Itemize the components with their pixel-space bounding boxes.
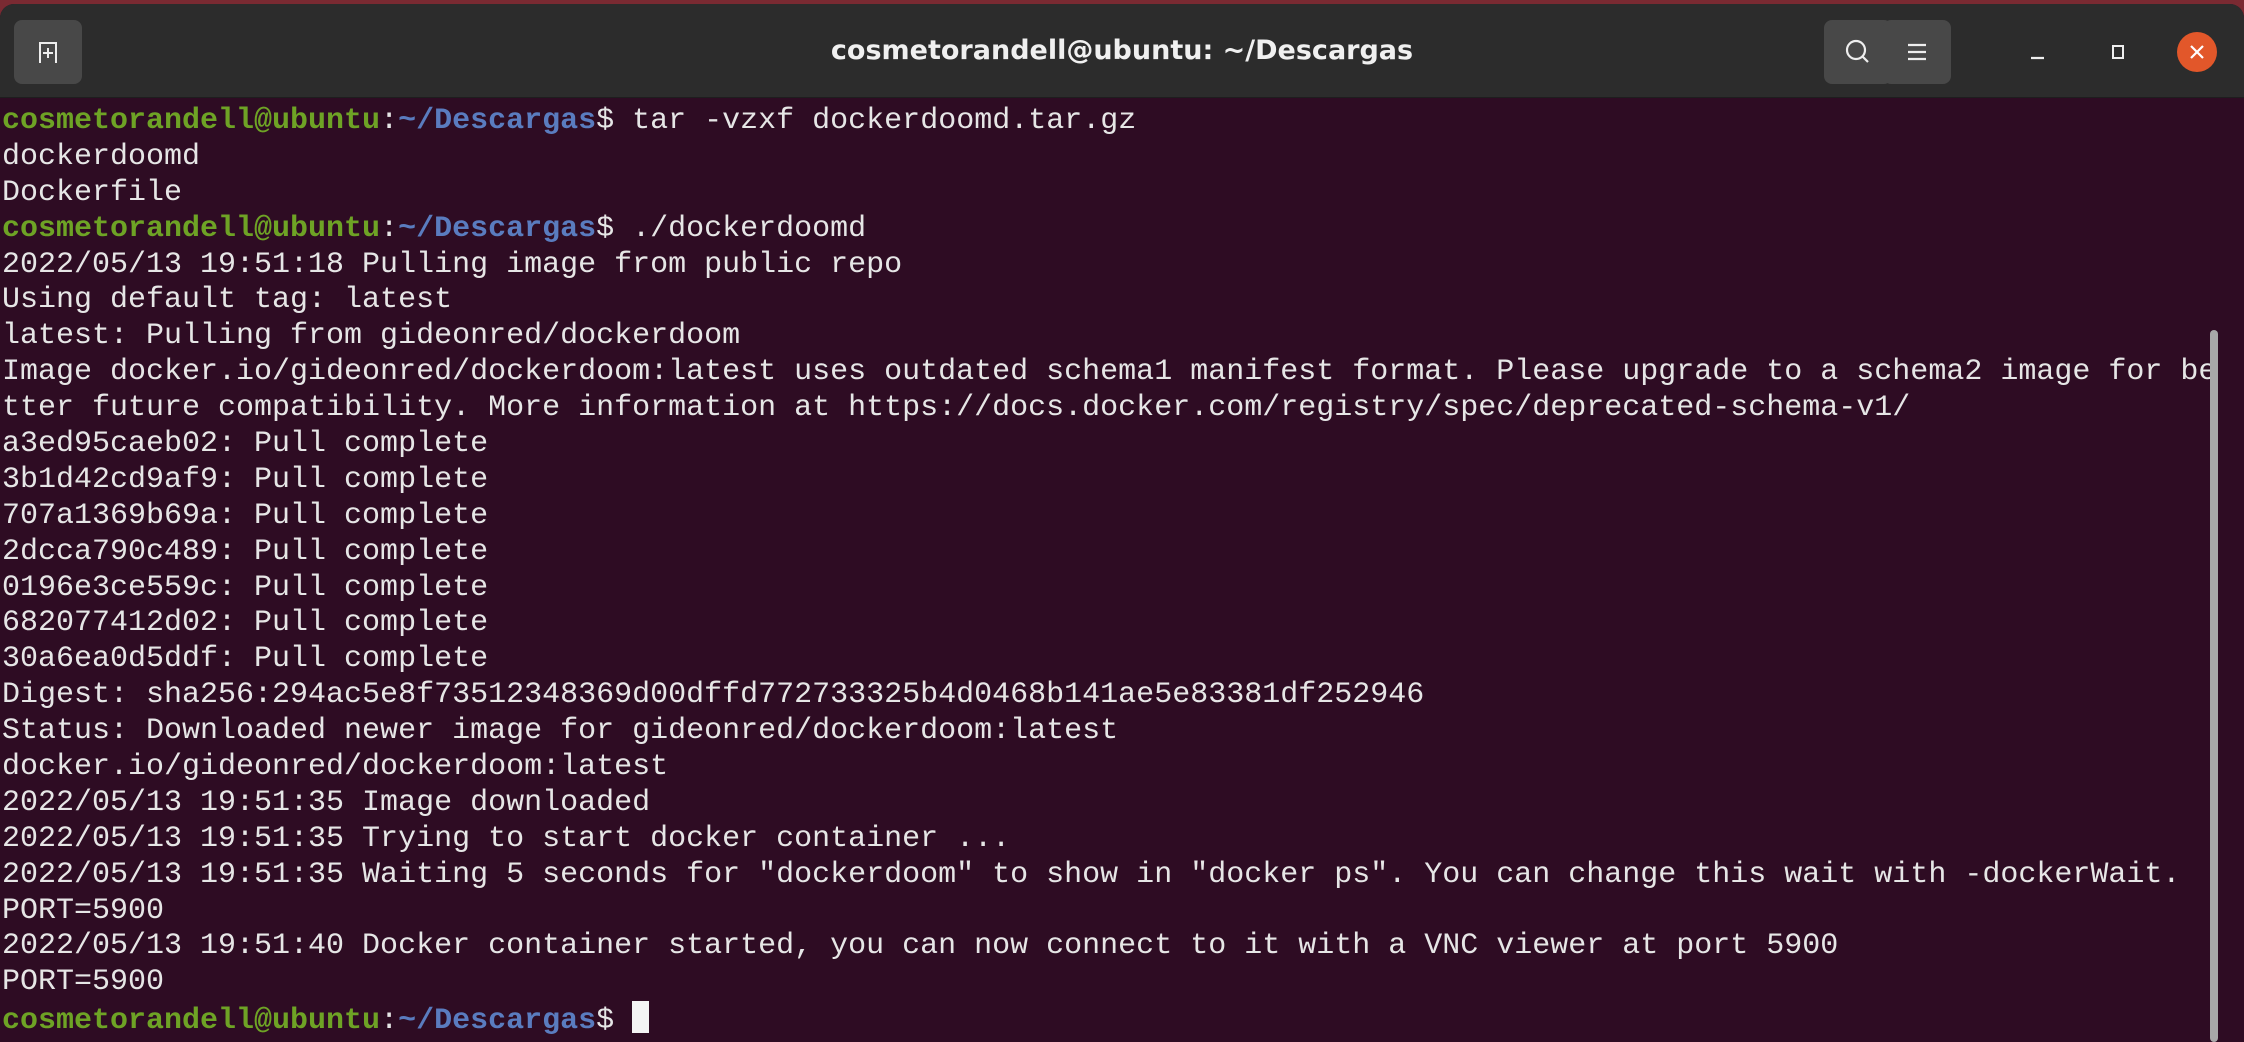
output-line: Image docker.io/gideonred/dockerdoom:lat… [2, 355, 2217, 391]
line-text: Status: Downloaded newer image for gideo… [2, 714, 1119, 749]
output-line: 707a1369b69a: Pull complete [2, 499, 2214, 535]
hamburger-menu-icon [1908, 43, 1926, 61]
prompt-symbol: $ [596, 1004, 633, 1039]
output-line: 30a6ea0d5ddf: Pull complete [2, 642, 2214, 678]
output-line: 2dcca790c489: Pull complete [2, 535, 2214, 571]
line-text: ./dockerdoomd [632, 211, 867, 246]
prompt-user: cosmetorandell@ubuntu [2, 104, 381, 138]
line-text: tar -vzxf dockerdoomd.tar.gz [632, 104, 1137, 138]
prompt-separator: : [380, 211, 399, 246]
line-text: 707a1369b69a: Pull complete [2, 498, 489, 533]
line-text: Dockerfile [2, 175, 183, 210]
prompt-symbol: $ [596, 211, 633, 246]
line-text: 3b1d42cd9af9: Pull complete [2, 462, 489, 497]
output-line: 2022/05/13 19:51:18 Pulling image from p… [2, 248, 2214, 284]
output-line: PORT=5900 [2, 965, 2214, 1001]
prompt-separator: : [380, 104, 399, 138]
output-line: a3ed95caeb02: Pull complete [2, 427, 2214, 463]
output-line: tter future compatibility. More informat… [2, 391, 2214, 427]
line-text: tter future compatibility. More informat… [2, 391, 1911, 426]
output-line: 3b1d42cd9af9: Pull complete [2, 463, 2214, 499]
minimize-icon [2031, 56, 2044, 60]
output-line: 2022/05/13 19:51:35 Waiting 5 seconds fo… [2, 858, 2214, 894]
terminal-output[interactable]: cosmetorandell@ubuntu:~/Descargas$ tar -… [2, 104, 2217, 1039]
close-button[interactable] [2177, 32, 2217, 72]
prompt-line: cosmetorandell@ubuntu:~/Descargas$ ./doc… [2, 212, 2214, 248]
scrollbar[interactable] [2210, 330, 2218, 1042]
line-text: 30a6ea0d5ddf: Pull complete [2, 642, 489, 677]
output-line: Using default tag: latest [2, 283, 2214, 319]
search-icon [1845, 39, 1869, 63]
output-line: 0196e3ce559c: Pull complete [2, 571, 2214, 607]
output-line: 2022/05/13 19:51:35 Image downloaded [2, 786, 2214, 822]
output-line: 2022/05/13 19:51:35 Trying to start dock… [2, 822, 2214, 858]
minimize-button[interactable] [2018, 32, 2058, 72]
output-line: 682077412d02: Pull complete [2, 606, 2214, 642]
line-text: 2dcca790c489: Pull complete [2, 534, 489, 569]
line-text: 2022/05/13 19:51:35 Waiting 5 seconds fo… [2, 857, 2181, 892]
output-line: Digest: sha256:294ac5e8f73512348369d00df… [2, 678, 2214, 714]
maximize-button[interactable] [2098, 32, 2138, 72]
close-icon [2190, 45, 2204, 59]
maximize-icon [2112, 45, 2124, 59]
line-text: 682077412d02: Pull complete [2, 606, 489, 641]
titlebar: cosmetorandell@ubuntu: ~/Descargas [0, 4, 2244, 98]
output-line: PORT=5900 [2, 894, 2214, 930]
line-text: docker.io/gideonred/dockerdoom:latest [2, 750, 669, 785]
prompt-separator: : [380, 1004, 399, 1039]
line-text: Image docker.io/gideonred/dockerdoom:lat… [2, 355, 2217, 390]
prompt-path: ~/Descargas [398, 1004, 597, 1039]
output-line: docker.io/gideonred/dockerdoom:latest [2, 750, 2214, 786]
output-line: 2022/05/13 19:51:40 Docker container sta… [2, 929, 2214, 965]
line-text: a3ed95caeb02: Pull complete [2, 427, 489, 462]
prompt-user: cosmetorandell@ubuntu [2, 1004, 381, 1039]
output-line: dockerdoomd [2, 140, 2214, 176]
line-text: latest: Pulling from gideonred/dockerdoo… [2, 319, 741, 354]
cursor [632, 1001, 650, 1034]
terminal-window: cosmetorandell@ubuntu: ~/Descargas cosme… [0, 4, 2244, 1042]
line-text: PORT=5900 [2, 965, 165, 1000]
search-button[interactable] [1824, 20, 1892, 84]
output-line: Dockerfile [2, 176, 2214, 212]
prompt-path: ~/Descargas [398, 211, 597, 246]
output-line: latest: Pulling from gideonred/dockerdoo… [2, 319, 2214, 355]
menu-button[interactable] [1883, 20, 1951, 84]
prompt-line: cosmetorandell@ubuntu:~/Descargas$ tar -… [2, 104, 2214, 140]
output-line: Status: Downloaded newer image for gideo… [2, 714, 2214, 750]
line-text: 2022/05/13 19:51:35 Trying to start dock… [2, 821, 1011, 856]
line-text: PORT=5900 [2, 893, 165, 928]
line-text: Using default tag: latest [2, 283, 453, 318]
prompt-line: cosmetorandell@ubuntu:~/Descargas$ [2, 1001, 2214, 1039]
prompt-user: cosmetorandell@ubuntu [2, 211, 381, 246]
line-text: 2022/05/13 19:51:35 Image downloaded [2, 785, 651, 820]
prompt-path: ~/Descargas [398, 104, 597, 138]
line-text: 2022/05/13 19:51:40 Docker container sta… [2, 929, 1839, 964]
line-text: dockerdoomd [2, 139, 201, 174]
line-text: 2022/05/13 19:51:18 Pulling image from p… [2, 247, 903, 282]
prompt-symbol: $ [596, 104, 633, 138]
line-text: 0196e3ce559c: Pull complete [2, 570, 489, 605]
line-text: Digest: sha256:294ac5e8f73512348369d00df… [2, 678, 1425, 713]
